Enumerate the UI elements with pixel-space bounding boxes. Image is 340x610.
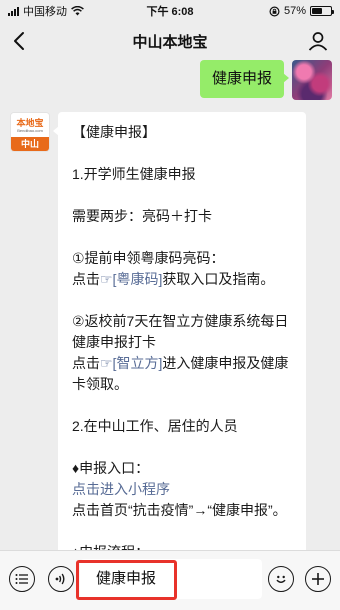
more-options-button[interactable] <box>305 566 331 592</box>
account-avatar[interactable]: 本地宝 Bendibao.com 中山 <box>10 112 50 152</box>
status-bar: 中国移动 下午 6:08 57% <box>0 0 340 22</box>
menu-toggle-button[interactable] <box>9 566 35 592</box>
received-message-row: 本地宝 Bendibao.com 中山 【健康申报】 1.开学师生健康申报 需要… <box>10 112 306 550</box>
plus-icon <box>312 573 324 585</box>
received-message-bubble[interactable]: 【健康申报】 1.开学师生健康申报 需要两步：亮码＋打卡 ①提前申领粤康码亮码：… <box>53 112 306 550</box>
carrier-label: 中国移动 <box>23 6 67 18</box>
status-right: 57% <box>269 5 334 17</box>
chat-title: 中山本地宝 <box>132 33 208 51</box>
step-2-text: ②返校前7天在智立方健康系统每日健康申报打卡 <box>72 313 289 350</box>
step-1-block: ①提前申领粤康码亮码： 点击☞[粤康码]获取入口及指南。 <box>72 248 294 290</box>
chat-area[interactable]: 健康申报 本地宝 Bendibao.com 中山 【健康申报】 1.开学师生健康… <box>0 60 340 550</box>
menu-list-icon <box>15 574 28 584</box>
mini-program-link[interactable]: 点击进入小程序 <box>72 479 294 500</box>
step-1-instruction: 点击☞[粤康码]获取入口及指南。 <box>72 271 275 287</box>
entry-instruction: 点击首页“抗击疫情”→“健康申报”。 <box>72 502 287 518</box>
voice-input-button[interactable] <box>48 566 74 592</box>
voice-icon <box>55 573 65 585</box>
step-1-text: ①提前申领粤康码亮码： <box>72 250 225 266</box>
avatar-city-label: 中山 <box>11 137 49 151</box>
battery-percent: 57% <box>283 5 306 17</box>
step-2-block: ②返校前7天在智立方健康系统每日健康申报打卡 点击☞[智立方]进入健康申报及健康… <box>72 311 294 395</box>
battery-icon <box>310 6 334 16</box>
user-avatar[interactable] <box>292 60 332 100</box>
message-title: 【健康申报】 <box>72 124 156 140</box>
entry-block: ♦申报入口： 点击进入小程序 点击首页“抗击疫情”→“健康申报”。 <box>72 458 294 521</box>
sent-message-row: 健康申报 <box>199 60 332 100</box>
yuekangma-link[interactable]: ☞[粤康码] <box>100 271 162 287</box>
back-arrow-icon[interactable] <box>8 29 32 53</box>
signal-icon <box>8 6 19 16</box>
avatar-logo: 本地宝 Bendibao.com <box>11 113 49 137</box>
emoji-icon <box>276 575 286 584</box>
wifi-icon <box>71 6 84 16</box>
battery-fill <box>312 8 323 14</box>
step-2-instruction: 点击☞[智立方]进入健康申报及健康卡领取。 <box>72 355 289 392</box>
profile-icon[interactable] <box>306 29 330 53</box>
process-label: ♦申报流程： <box>72 542 294 550</box>
sent-message-bubble[interactable]: 健康申报 <box>199 60 290 98</box>
zhilifang-link[interactable]: ☞[智立方] <box>100 355 162 371</box>
steps-intro: 需要两步：亮码＋打卡 <box>72 208 212 224</box>
input-bar: 健康申报 <box>0 550 340 610</box>
emoji-button[interactable] <box>268 566 294 592</box>
nav-bar: 中山本地宝 <box>0 22 340 60</box>
highlight-annotation <box>76 560 177 600</box>
status-left: 中国移动 <box>8 3 84 19</box>
entry-label: ♦申报入口： <box>72 460 150 476</box>
orientation-lock-icon <box>269 5 280 17</box>
section-heading-residents: 2.在中山工作、居住的人员 <box>72 418 238 434</box>
section-heading-students: 1.开学师生健康申报 <box>72 166 196 182</box>
